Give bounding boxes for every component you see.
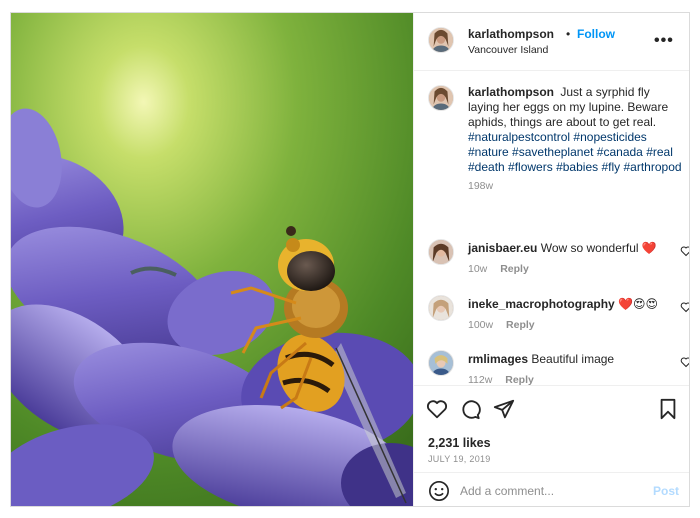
comment-age[interactable]: 10w (468, 263, 487, 275)
follow-button[interactable]: Follow (577, 27, 615, 41)
comment-meta: 100w Reply (468, 319, 535, 331)
more-options-icon[interactable]: ••• (654, 32, 674, 50)
add-comment-bar: Post (414, 472, 689, 506)
comment-text: Beautiful image (531, 352, 615, 366)
author-username[interactable]: karlathompson (468, 27, 554, 41)
smiley-icon[interactable] (428, 480, 450, 502)
hashtag-link[interactable]: #nature (468, 145, 509, 159)
comment-item: ineke_macrophotography ❤️😍😍 100w Reply (428, 295, 689, 335)
add-comment-input[interactable] (460, 481, 640, 501)
post-card: karlathompson • Follow Vancouver Island … (10, 12, 690, 507)
caption-author-username[interactable]: karlathompson (468, 85, 554, 99)
commenter-avatar[interactable] (428, 295, 454, 321)
comment-text: Wow so wonderful ❤️ (540, 241, 657, 255)
comment-text-line: janisbaer.eu Wow so wonderful ❤️ (468, 241, 668, 255)
commenter-username[interactable]: janisbaer.eu (468, 241, 537, 255)
hashtag-link[interactable]: #naturalpestcontrol (468, 130, 570, 144)
commenter-username[interactable]: ineke_macrophotography (468, 297, 615, 311)
hashtag-link[interactable]: #canada (597, 145, 643, 159)
comment-item: janisbaer.eu Wow so wonderful ❤️ 10w Rep… (428, 239, 689, 279)
caption-hashtags: #naturalpestcontrol #nopesticides #natur… (468, 130, 682, 174)
post-comment-button[interactable]: Post (653, 484, 679, 498)
hashtag-link[interactable]: #babies (556, 160, 598, 174)
comment-bubble-icon[interactable] (459, 398, 481, 420)
comment-text-line: ineke_macrophotography ❤️😍😍 (468, 297, 668, 311)
comment-text-line: rmlimages Beautiful image (468, 352, 668, 366)
post-actions: 2,231 likes JULY 19, 2019 (414, 385, 689, 473)
comment-item: rmlimages Beautiful image 112w Reply (428, 350, 689, 390)
comment-text: ❤️😍😍 (618, 297, 659, 311)
bookmark-icon[interactable] (657, 398, 679, 420)
author-avatar[interactable] (428, 27, 454, 53)
post-date[interactable]: JULY 19, 2019 (428, 454, 491, 464)
caption-body: karlathompson Just a syrphid fly laying … (468, 85, 683, 194)
hashtag-link[interactable]: #arthropod (624, 160, 682, 174)
reply-button[interactable]: Reply (506, 319, 535, 331)
comment-like-heart-icon[interactable] (680, 301, 690, 313)
reply-button[interactable]: Reply (500, 263, 529, 275)
commenter-avatar[interactable] (428, 350, 454, 376)
post-side-panel: karlathompson • Follow Vancouver Island … (413, 13, 689, 506)
syrphid-fly-photo (11, 13, 413, 506)
paper-plane-icon[interactable] (493, 398, 515, 420)
like-count[interactable]: 2,231 likes (428, 436, 491, 450)
comment-like-heart-icon[interactable] (680, 356, 690, 368)
hashtag-link[interactable]: #death (468, 160, 505, 174)
caption-age[interactable]: 198w (468, 179, 683, 194)
hashtag-link[interactable]: #real (646, 145, 673, 159)
hashtag-link[interactable]: #flowers (508, 160, 553, 174)
comment-meta: 10w Reply (468, 263, 529, 275)
hashtag-link[interactable]: #fly (601, 160, 620, 174)
commenter-username[interactable]: rmlimages (468, 352, 528, 366)
comment-like-heart-icon[interactable] (680, 245, 690, 257)
hashtag-link[interactable]: #nopesticides (573, 130, 646, 144)
caption-author-avatar[interactable] (428, 85, 454, 111)
separator-dot: • (566, 27, 571, 41)
post-location[interactable]: Vancouver Island (468, 44, 548, 56)
post-photo[interactable] (11, 13, 413, 506)
post-header: karlathompson • Follow Vancouver Island … (414, 13, 689, 71)
comment-age[interactable]: 100w (468, 319, 493, 331)
heart-icon[interactable] (426, 398, 448, 420)
commenter-avatar[interactable] (428, 239, 454, 265)
hashtag-link[interactable]: #savetheplanet (512, 145, 593, 159)
